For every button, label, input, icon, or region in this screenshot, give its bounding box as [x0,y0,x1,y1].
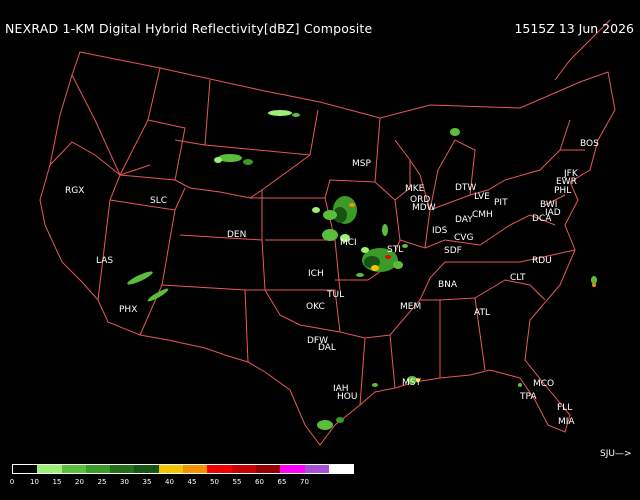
map-title: NEXRAD 1-KM Digital Hybrid Reflectivity[… [5,21,373,36]
station-pit: PIT [494,198,508,208]
station-phx: PHX [119,305,137,315]
station-las: LAS [96,256,113,266]
station-hou: HOU [337,392,357,402]
legend-swatch [158,465,184,473]
legend-tick-label: 55 [232,478,242,486]
legend-tick-label: 50 [210,478,219,486]
legend-tick-label: 40 [165,478,174,486]
legend-swatch [61,465,86,473]
legend-swatch [207,465,232,473]
legend-swatch [255,465,281,473]
station-mke: MKE [405,184,425,194]
station-bos: BOS [580,139,599,149]
station-sdf: SDF [444,246,462,256]
legend-swatch [280,465,305,473]
station-mdw: MDW [412,203,436,213]
station-okc: OKC [306,302,325,312]
legend-swatch [231,465,256,473]
legend-swatch [110,465,135,473]
station-phl: PHL [554,186,571,196]
station-stl: STL [387,245,403,255]
legend-tick-label: 35 [142,478,152,486]
station-mco: MCO [533,379,554,389]
station-ids: IDS [432,226,448,236]
station-msp: MSP [352,159,371,169]
station-day: DAY [455,215,473,225]
legend-tick-label: 30 [120,478,129,486]
legend-tick-label: 70 [300,478,309,486]
station-bna: BNA [438,280,458,290]
station-dal: DAL [318,343,336,353]
legend-tick-label: 15 [52,478,62,486]
legend-tick-label: 45 [187,478,197,486]
legend-swatch [37,465,62,473]
station-rdu: RDU [532,256,552,266]
station-lve: LVE [474,192,490,202]
legend-swatch [13,465,38,473]
station-ich: ICH [308,269,324,279]
station-tpa: TPA [519,392,537,402]
legend-swatch [134,465,159,473]
legend-tick-label: 65 [277,478,287,486]
legend-swatch [85,465,111,473]
station-dca: DCA [532,214,552,224]
legend-swatch [328,465,354,473]
station-clt: CLT [510,273,526,283]
legend-tick-label: 0 [9,478,15,486]
station-slc: SLC [150,196,167,206]
station-tul: TUL [326,290,344,300]
sju-link[interactable]: SJU—> [600,449,632,459]
station-cvg: CVG [454,233,473,243]
dbz-color-legend [12,464,355,474]
legend-tick-label: 10 [30,478,39,486]
station-rgx: RGX [65,186,84,196]
legend-swatch [304,465,329,473]
legend-tick-label: 60 [255,478,264,486]
legend-tick-label: 20 [75,478,84,486]
station-fll: FLL [557,403,572,413]
station-den: DEN [227,230,246,240]
map-timestamp: 1515Z 13 Jun 2026 [514,21,634,36]
station-mia: MIA [558,417,575,427]
station-mci: MCI [340,238,357,248]
station-atl: ATL [474,308,490,318]
legend-tick-label: 25 [97,478,107,486]
station-msy: MSY [402,378,421,388]
radar-map: RGX SLC LAS PHX DEN MSP MKE DTW LVE PIT … [39,19,616,446]
station-cmh: CMH [472,210,493,220]
legend-swatch [183,465,208,473]
station-mem: MEM [400,302,421,312]
